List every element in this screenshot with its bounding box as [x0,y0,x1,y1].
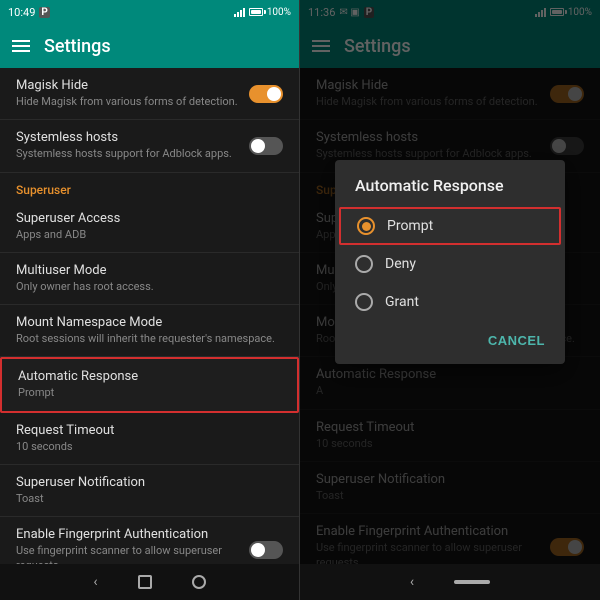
battery-icon-left: 100% [249,7,291,18]
multiuser-mode-item[interactable]: Multiuser Mode Only owner has root acces… [0,253,299,305]
mount-namespace-title: Mount Namespace Mode [16,315,283,330]
battery-pct-left: 100% [267,7,291,18]
radio-prompt[interactable] [357,217,375,235]
nav-bar-right: ‹ [300,564,600,600]
multiuser-mode-title: Multiuser Mode [16,263,283,278]
recent-icon-left[interactable] [192,575,206,589]
systemless-hosts-title: Systemless hosts [16,130,232,145]
cancel-button[interactable]: CANCEL [480,329,553,352]
fingerprint-title: Enable Fingerprint Authentication [16,527,241,542]
dialog-option-grant-label: Grant [385,294,419,310]
time-left: 10:49 [8,6,35,19]
automatic-response-title-left: Automatic Response [18,369,281,384]
radio-deny[interactable] [355,255,373,273]
nav-bar-left: ‹ [0,564,299,600]
settings-list-left: Magisk Hide Hide Magisk from various for… [0,68,299,564]
request-timeout-item[interactable]: Request Timeout 10 seconds [0,413,299,465]
p-icon-left: P [39,7,49,18]
mount-namespace-subtitle: Root sessions will inherit the requester… [16,332,283,346]
superuser-notification-subtitle: Toast [16,492,283,506]
automatic-response-subtitle-left: Prompt [18,386,281,400]
dialog-option-grant[interactable]: Grant [335,283,565,321]
superuser-notification-title: Superuser Notification [16,475,283,490]
request-timeout-title: Request Timeout [16,423,283,438]
signal-icon-left [234,7,245,17]
toolbar-left: Settings [0,24,299,68]
automatic-response-item-left[interactable]: Automatic Response Prompt [0,357,299,412]
nav-pill-right [454,580,490,584]
right-panel: 11:36 ✉ ▣ P 100% Settings [300,0,600,600]
radio-grant[interactable] [355,293,373,311]
left-panel: 10:49 P 100% Settings [0,0,300,600]
dialog-overlay: Automatic Response Prompt Deny Grant CAN… [300,0,600,564]
systemless-hosts-toggle[interactable] [249,137,283,155]
toolbar-title-left: Settings [44,36,111,57]
dialog-title: Automatic Response [335,160,565,207]
status-bar-left: 10:49 P 100% [0,0,299,24]
magisk-hide-item[interactable]: Magisk Hide Hide Magisk from various for… [0,68,299,120]
magisk-hide-toggle[interactable] [249,85,283,103]
dialog-actions: CANCEL [335,321,565,364]
magisk-hide-title: Magisk Hide [16,78,238,93]
superuser-access-subtitle: Apps and ADB [16,228,283,242]
magisk-hide-subtitle: Hide Magisk from various forms of detect… [16,95,238,109]
back-icon-left[interactable]: ‹ [93,574,97,590]
systemless-hosts-subtitle: Systemless hosts support for Adblock app… [16,147,232,161]
superuser-notification-item[interactable]: Superuser Notification Toast [0,465,299,517]
dialog-option-deny[interactable]: Deny [335,245,565,283]
request-timeout-subtitle: 10 seconds [16,440,283,454]
superuser-section-header: Superuser [0,173,299,201]
dialog-option-deny-label: Deny [385,256,416,272]
menu-icon-left[interactable] [12,40,30,52]
dialog-option-prompt-label: Prompt [387,218,433,234]
dialog-option-prompt[interactable]: Prompt [339,207,561,245]
fingerprint-toggle[interactable] [249,541,283,559]
systemless-hosts-item[interactable]: Systemless hosts Systemless hosts suppor… [0,120,299,172]
superuser-access-item[interactable]: Superuser Access Apps and ADB [0,201,299,253]
mount-namespace-item[interactable]: Mount Namespace Mode Root sessions will … [0,305,299,357]
back-icon-right[interactable]: ‹ [410,574,414,590]
fingerprint-item[interactable]: Enable Fingerprint Authentication Use fi… [0,517,299,564]
multiuser-mode-subtitle: Only owner has root access. [16,280,283,294]
automatic-response-dialog: Automatic Response Prompt Deny Grant CAN… [335,160,565,364]
home-icon-left[interactable] [138,575,152,589]
superuser-access-title: Superuser Access [16,211,283,226]
fingerprint-subtitle: Use fingerprint scanner to allow superus… [16,544,241,564]
